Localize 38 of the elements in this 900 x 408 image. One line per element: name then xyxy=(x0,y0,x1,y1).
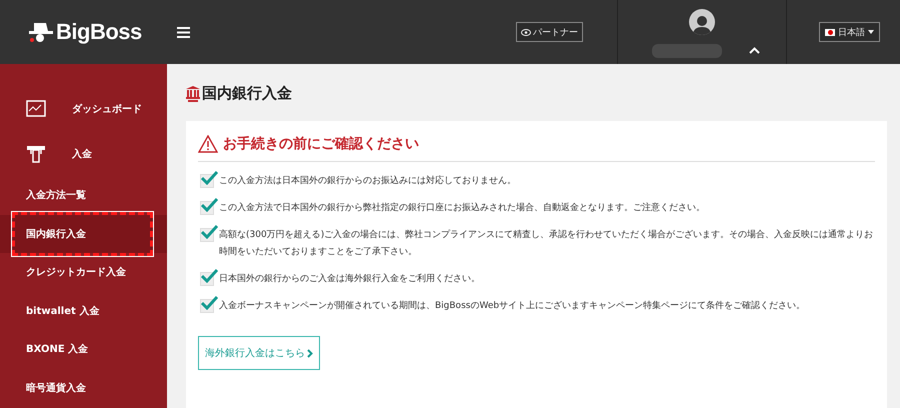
menu-button[interactable] xyxy=(177,26,190,38)
sidebar-label: bitwallet 入金 xyxy=(26,304,100,318)
eye-icon xyxy=(521,28,531,36)
blurred-username xyxy=(652,44,722,58)
sidebar-label: 暗号通貨入金 xyxy=(26,381,86,395)
sidebar-item[interactable]: ダッシュボード xyxy=(0,86,167,131)
sidebar-item[interactable]: クレジットカード入金 xyxy=(0,253,167,292)
chart-icon xyxy=(26,100,46,117)
notice-text: 高額な(300万円を超える)ご入金の場合には、弊社コンプライアンスにて精査し、承認を行わせていただく場合がございます。その場合、入金反映には通常よりお時間をいただいておりますことをご了承下さい。 xyxy=(219,228,874,259)
atm-icon xyxy=(26,144,46,162)
sidebar-label: 国内銀行入金 xyxy=(26,228,86,241)
chevron-right-icon xyxy=(307,348,313,358)
sidebar-item[interactable]: 暗号通貨入金 xyxy=(0,368,167,407)
sidebar-label: クレジットカード入金 xyxy=(26,266,126,280)
flag-icon xyxy=(825,28,835,36)
sidebar-item[interactable]: 入金 xyxy=(0,131,167,176)
notice-text: 入金ボーナスキャンペーンが開催されている期間は、BigBossのWebサイト上にございますキャンペーン特集ページにて条件をご確認ください。 xyxy=(219,300,806,313)
page-title: 国内銀行入金 xyxy=(202,84,292,103)
caret-down-icon xyxy=(868,30,874,34)
bank-icon xyxy=(186,86,200,102)
hat-logo-icon xyxy=(28,21,54,43)
notice-title: お手続きの前にご確認ください xyxy=(223,135,419,153)
sidebar-item[interactable]: BXONE 入金 xyxy=(0,330,167,368)
caret-button[interactable] xyxy=(749,47,760,54)
language-button[interactable]: 日本語 xyxy=(819,22,880,42)
partner-button[interactable]: パートナー xyxy=(516,22,583,42)
notice-text: この入金方法で日本国外の銀行から弊社指定の銀行口座にお振込みされた場合、自動返金となります。ご注意ください。 xyxy=(219,202,705,215)
logo-text: BigBoss xyxy=(56,19,142,45)
sidebar-label: BXONE 入金 xyxy=(26,342,88,356)
notice-text: この入金方法は日本国外の銀行からのお振込みには対応しておりません。 xyxy=(219,174,516,188)
avatar-icon[interactable] xyxy=(689,9,715,35)
notice-text: 日本国外の銀行からのご入金は海外銀行入金をご利用ください。 xyxy=(219,272,480,286)
sidebar-item[interactable]: bitwallet 入金 xyxy=(0,292,167,330)
sidebar-label: 入金 xyxy=(72,148,92,160)
sidebar-label: ダッシュボード xyxy=(72,102,142,116)
warning-icon xyxy=(198,135,218,153)
sidebar-label: 入金方法一覧 xyxy=(26,188,86,202)
sidebar-item[interactable]: 入金方法一覧 xyxy=(0,176,167,214)
